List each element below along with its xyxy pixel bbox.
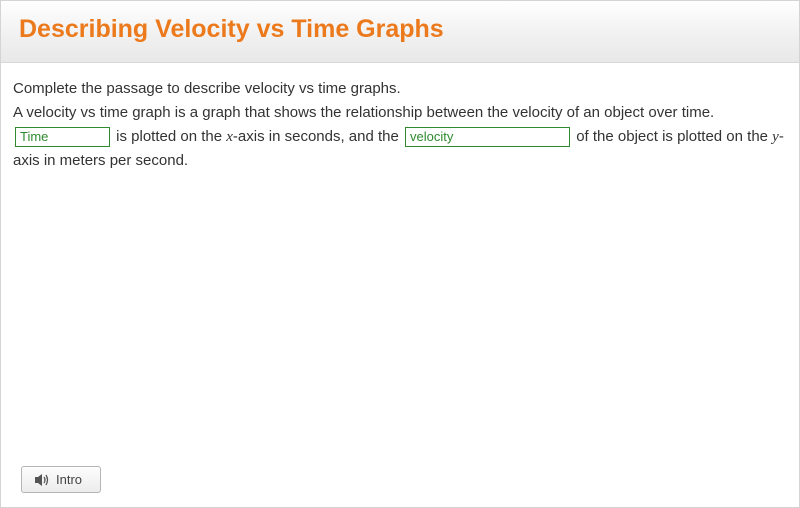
x-axis-letter: x (226, 129, 233, 145)
fill-line: Time is plotted on the x-axis in seconds… (13, 125, 787, 173)
blank-velocity[interactable]: velocity (405, 127, 570, 147)
blank-time[interactable]: Time (15, 127, 110, 147)
footer-area: Intro (21, 466, 101, 493)
intro-button[interactable]: Intro (21, 466, 101, 493)
definition-line: A velocity vs time graph is a graph that… (13, 101, 787, 125)
seg-text: is plotted on the (112, 128, 226, 145)
page-title: Describing Velocity vs Time Graphs (19, 15, 781, 44)
passage-content: Complete the passage to describe velocit… (1, 63, 799, 185)
seg-text: of the object is plotted on the (572, 128, 772, 145)
intro-button-label: Intro (56, 472, 82, 487)
seg-text: -axis in seconds, and the (233, 128, 403, 145)
speaker-icon (34, 473, 50, 487)
header-bar: Describing Velocity vs Time Graphs (1, 1, 799, 63)
instruction-line: Complete the passage to describe velocit… (13, 77, 787, 101)
y-axis-letter: y (772, 129, 779, 145)
